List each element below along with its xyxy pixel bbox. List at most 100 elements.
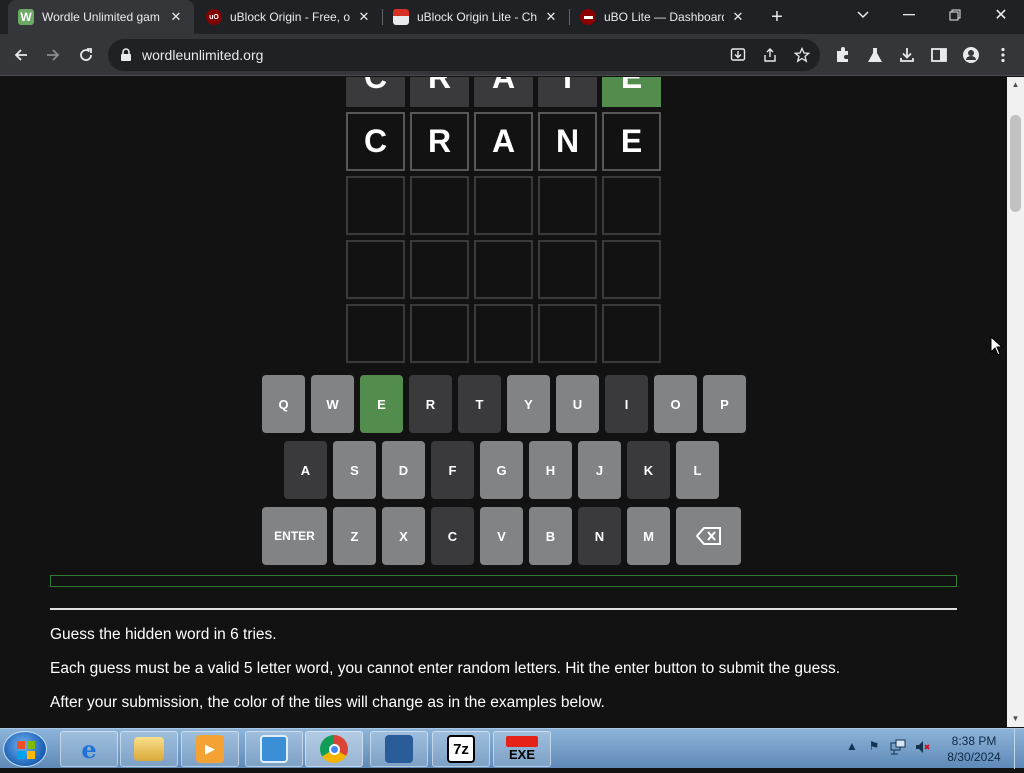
reload-icon[interactable] <box>73 42 99 68</box>
key-m[interactable]: M <box>627 507 670 565</box>
address-bar[interactable]: wordleunlimited.org <box>108 39 820 71</box>
tab-wordle[interactable]: W Wordle Unlimited gam ✕ <box>8 0 194 34</box>
extensions-icon[interactable] <box>834 46 852 64</box>
letter-tile <box>410 304 469 363</box>
close-tab-icon[interactable]: ✕ <box>730 9 746 25</box>
clock-date: 8/30/2024 <box>947 750 1001 764</box>
volume-muted-icon[interactable] <box>914 739 930 755</box>
tab-title: uBlock Origin - Free, o <box>230 10 350 24</box>
key-z[interactable]: Z <box>333 507 376 565</box>
minimize-icon[interactable] <box>886 0 932 30</box>
scroll-down-arrow-icon[interactable]: ▼ <box>1007 711 1024 727</box>
close-tab-icon[interactable]: ✕ <box>543 9 559 25</box>
letter-tile: C <box>346 112 405 171</box>
labs-flask-icon[interactable] <box>866 46 884 64</box>
mouse-cursor-icon <box>990 336 1004 356</box>
key-l[interactable]: L <box>676 441 719 499</box>
taskbar-file-explorer[interactable] <box>120 731 178 767</box>
letter-tile <box>602 176 661 235</box>
show-desktop-button[interactable] <box>1014 729 1024 769</box>
key-c[interactable]: C <box>431 507 474 565</box>
bookmark-star-icon[interactable] <box>794 47 810 63</box>
taskbar-installer[interactable] <box>370 731 428 767</box>
key-b[interactable]: B <box>529 507 572 565</box>
tab-ubo-lite-dashboard[interactable]: uBO Lite — Dashboard ✕ <box>570 0 756 34</box>
game-board: CRATE CRANE <box>346 77 661 368</box>
tab-search-icon[interactable] <box>840 0 886 30</box>
instruction-line-3: After your submission, the color of the … <box>50 694 605 711</box>
key-n[interactable]: N <box>578 507 621 565</box>
taskbar-media-player[interactable]: ▶ <box>181 731 239 767</box>
board-row <box>346 176 661 235</box>
back-icon[interactable] <box>8 42 34 68</box>
letter-tile <box>474 176 533 235</box>
key-k[interactable]: K <box>627 441 670 499</box>
key-x[interactable]: X <box>382 507 425 565</box>
scroll-thumb[interactable] <box>1010 115 1021 212</box>
install-app-icon[interactable] <box>730 47 746 63</box>
new-tab-icon[interactable]: + <box>766 7 788 29</box>
taskbar-chrome[interactable] <box>305 731 363 767</box>
board-row: CRATE <box>346 77 661 107</box>
menu-kebab-icon[interactable] <box>994 46 1012 64</box>
key-y[interactable]: Y <box>507 375 550 433</box>
letter-tile <box>538 240 597 299</box>
board-row: CRANE <box>346 112 661 171</box>
key-u[interactable]: U <box>556 375 599 433</box>
wordle-page: CRATECRANE QWERTYUIOP ASDFGHJKL ENTER Z X C… <box>0 77 1007 727</box>
profile-avatar-icon[interactable] <box>962 46 980 64</box>
letter-tile <box>410 176 469 235</box>
tab-ublock-origin[interactable]: uO uBlock Origin - Free, o ✕ <box>196 0 382 34</box>
key-v[interactable]: V <box>480 507 523 565</box>
restore-icon[interactable] <box>932 0 978 30</box>
taskbar-7zip[interactable]: 7z <box>432 731 490 767</box>
taskbar-youtube-exe[interactable]: EXE <box>493 731 551 767</box>
key-q[interactable]: Q <box>262 375 305 433</box>
side-panel-icon[interactable] <box>930 46 948 64</box>
key-i[interactable]: I <box>605 375 648 433</box>
taskbar-internet-explorer[interactable]: e <box>60 731 118 767</box>
tab-ublock-lite-webstore[interactable]: uBlock Origin Lite - Ch ✕ <box>383 0 569 34</box>
letter-tile: C <box>346 77 405 107</box>
close-tab-icon[interactable]: ✕ <box>356 9 372 25</box>
key-g[interactable]: G <box>480 441 523 499</box>
network-icon[interactable] <box>890 739 906 755</box>
key-r[interactable]: R <box>409 375 452 433</box>
key-j[interactable]: J <box>578 441 621 499</box>
downloads-icon[interactable] <box>898 46 916 64</box>
windows-taskbar: e ▶ 7z EXE ▲ ⚑ 8:38 PM 8/30/2024 <box>0 728 1024 769</box>
key-a[interactable]: A <box>284 441 327 499</box>
start-button[interactable] <box>3 731 47 767</box>
system-clock[interactable]: 8:38 PM 8/30/2024 <box>940 733 1008 765</box>
forward-icon[interactable] <box>40 42 66 68</box>
page-scrollbar[interactable]: ▲ ▼ <box>1007 77 1024 727</box>
share-icon[interactable] <box>762 47 778 63</box>
taskbar-control-panel[interactable] <box>245 731 303 767</box>
chrome-webstore-favicon-icon <box>393 9 409 25</box>
key-h[interactable]: H <box>529 441 572 499</box>
action-center-flag-icon[interactable]: ⚑ <box>866 739 882 755</box>
scroll-up-arrow-icon[interactable]: ▲ <box>1007 77 1024 93</box>
key-f[interactable]: F <box>431 441 474 499</box>
key-p[interactable]: P <box>703 375 746 433</box>
internet-explorer-icon: e <box>81 734 97 764</box>
url-text: wordleunlimited.org <box>142 47 264 63</box>
key-e[interactable]: E <box>360 375 403 433</box>
letter-tile: E <box>602 77 661 107</box>
close-window-icon[interactable]: ✕ <box>978 0 1024 30</box>
close-tab-icon[interactable]: ✕ <box>168 9 184 25</box>
ubo-lite-favicon-icon <box>580 9 596 25</box>
key-o[interactable]: O <box>654 375 697 433</box>
key-w[interactable]: W <box>311 375 354 433</box>
key-d[interactable]: D <box>382 441 425 499</box>
chrome-icon <box>320 735 348 763</box>
letter-tile <box>538 304 597 363</box>
key-s[interactable]: S <box>333 441 376 499</box>
backspace-key[interactable] <box>676 507 741 565</box>
key-t[interactable]: T <box>458 375 501 433</box>
lock-icon[interactable] <box>120 48 132 62</box>
letter-tile <box>474 304 533 363</box>
enter-key[interactable]: ENTER <box>262 507 327 565</box>
show-hidden-icons-icon[interactable]: ▲ <box>844 739 860 755</box>
letter-tile <box>346 176 405 235</box>
